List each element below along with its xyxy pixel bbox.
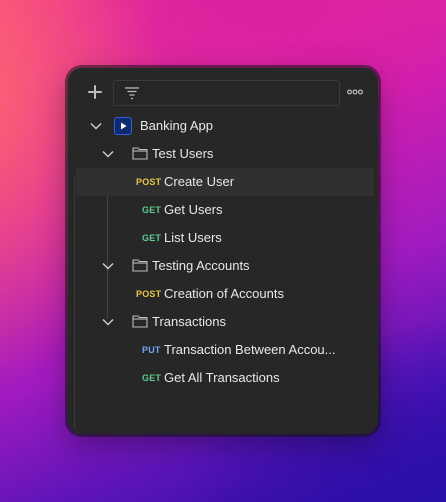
collection-play-icon [114,117,132,135]
request-row-get-all-transactions[interactable]: GET Get All Transactions [76,364,374,392]
request-row-get-users[interactable]: GET Get Users [76,196,374,224]
filter-icon [125,87,139,100]
collection-name: Banking App [140,118,214,133]
add-button[interactable] [84,81,106,103]
filter-field[interactable] [113,80,340,107]
request-name: Get All Transactions [164,370,280,385]
folder-icon [132,315,148,328]
folder-icon [132,259,148,272]
request-row-creation-of-accounts[interactable]: POST Creation of Accounts [76,280,374,308]
chevron-down-icon[interactable] [101,315,115,329]
chevron-down-icon[interactable] [89,119,103,133]
chevron-down-icon[interactable] [101,259,115,273]
folder-name: Test Users [152,146,214,161]
more-options-icon[interactable] [347,84,363,100]
method-badge-put: PUT [142,345,161,355]
request-name: List Users [164,230,222,245]
folder-icon [132,147,148,160]
folder-name: Testing Accounts [152,258,250,273]
method-badge-post: POST [136,289,162,299]
request-name: Get Users [164,202,223,217]
folder-row-test-users[interactable]: Test Users [76,140,374,168]
request-row-list-users[interactable]: GET List Users [76,224,374,252]
request-name: Creation of Accounts [164,286,284,301]
method-badge-post: POST [136,177,162,187]
collections-panel: Banking App Test Users POST Create User … [68,68,378,434]
method-badge-get: GET [142,233,162,243]
request-name: Transaction Between Accou... [164,342,336,357]
method-badge-get: GET [142,205,162,215]
request-row-transaction-between-accounts[interactable]: PUT Transaction Between Accou... [76,336,374,364]
folder-row-transactions[interactable]: Transactions [76,308,374,336]
chevron-down-icon[interactable] [101,147,115,161]
request-row-create-user[interactable]: POST Create User [76,168,374,196]
method-badge-get: GET [142,373,162,383]
panel-toolbar [68,68,378,116]
filter-input[interactable] [148,81,333,107]
request-name: Create User [164,174,235,189]
folder-row-testing-accounts[interactable]: Testing Accounts [76,252,374,280]
collection-row-banking-app[interactable]: Banking App [76,112,374,140]
folder-name: Transactions [152,314,226,329]
panel-edge [74,176,75,428]
